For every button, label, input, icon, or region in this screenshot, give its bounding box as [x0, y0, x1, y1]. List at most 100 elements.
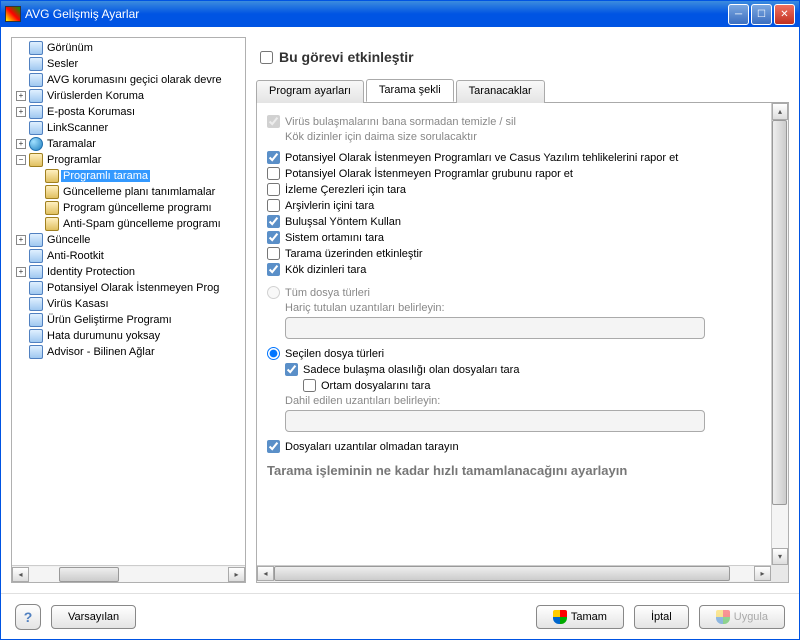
- tab[interactable]: Taranacaklar: [456, 80, 545, 103]
- expander-icon[interactable]: +: [16, 267, 26, 277]
- tree-item[interactable]: Sesler: [12, 56, 245, 72]
- page-icon: [29, 313, 43, 327]
- pup-group-label: Potansiyel Olarak İstenmeyen Programlar …: [285, 168, 573, 180]
- tree-item[interactable]: LinkScanner: [12, 120, 245, 136]
- tree-item[interactable]: AVG korumasını geçici olarak devre: [12, 72, 245, 88]
- only-infectable-label: Sadece bulaşma olasılığı olan dosyaları …: [303, 364, 519, 376]
- tree-item-label: LinkScanner: [45, 122, 110, 134]
- tree-item-label: Güncelle: [45, 234, 92, 246]
- help-button[interactable]: ?: [15, 604, 41, 630]
- heuristic-checkbox[interactable]: [267, 215, 280, 228]
- tab-bar: Program ayarlarıTarama şekliTaranacaklar: [256, 79, 789, 103]
- tree-item[interactable]: +E-posta Koruması: [12, 104, 245, 120]
- enable-task-checkbox[interactable]: [260, 51, 273, 64]
- scroll-down-button[interactable]: ▾: [772, 548, 788, 565]
- content-hscrollbar[interactable]: ◂ ▸: [257, 565, 771, 582]
- tree-view[interactable]: Görünüm Sesler AVG korumasını geçici olara…: [12, 38, 245, 565]
- titlebar: AVG Gelişmiş Ayarlar ─ ☐ ✕: [1, 1, 799, 27]
- vscroll-thumb[interactable]: [772, 120, 787, 505]
- exclude-ext-input: [285, 317, 705, 339]
- tree-item-label: Advisor - Bilinen Ağlar: [45, 346, 157, 358]
- sched-icon: [45, 217, 59, 231]
- page-icon: [29, 329, 43, 343]
- tree-item[interactable]: Hata durumunu yoksay: [12, 328, 245, 344]
- tree-item[interactable]: Güncelleme planı tanımlamalar: [12, 184, 245, 200]
- apply-button: Uygula: [699, 605, 785, 629]
- thorough-checkbox[interactable]: [267, 247, 280, 260]
- tree-item[interactable]: −Programlar: [12, 152, 245, 168]
- tree-item[interactable]: +Identity Protection: [12, 264, 245, 280]
- clean-note: Kök dizinler için daima size sorulacaktı…: [285, 131, 761, 143]
- selected-files-label: Seçilen dosya türleri: [285, 348, 384, 360]
- tab[interactable]: Program ayarları: [256, 80, 364, 103]
- media-files-checkbox[interactable]: [303, 379, 316, 392]
- tree-item-label: Hata durumunu yoksay: [45, 330, 162, 342]
- heuristic-label: Buluşsal Yöntem Kullan: [285, 216, 401, 228]
- scroll-up-button[interactable]: ▴: [772, 103, 788, 120]
- scroll-right-button[interactable]: ▸: [754, 566, 771, 581]
- tree-item-label: Programlı tarama: [61, 170, 150, 182]
- expander-icon[interactable]: +: [16, 235, 26, 245]
- sysenv-label: Sistem ortamını tara: [285, 232, 384, 244]
- tree-item[interactable]: Görünüm: [12, 40, 245, 56]
- archives-checkbox[interactable]: [267, 199, 280, 212]
- content-vscrollbar[interactable]: ▴ ▾: [771, 103, 788, 565]
- archives-label: Arşivlerin içini tara: [285, 200, 374, 212]
- cancel-button[interactable]: İptal: [634, 605, 689, 629]
- tree-item[interactable]: +Virüslerden Koruma: [12, 88, 245, 104]
- include-ext-input: [285, 410, 705, 432]
- tree-item-label: Görünüm: [45, 42, 95, 54]
- tree-item-label: Güncelleme planı tanımlamalar: [61, 186, 217, 198]
- hscroll-thumb[interactable]: [274, 566, 730, 581]
- page-icon: [29, 41, 43, 55]
- enable-task-label: Bu görevi etkinleştir: [279, 49, 414, 65]
- page-icon: [29, 121, 43, 135]
- selected-files-radio[interactable]: [267, 347, 280, 360]
- maximize-button[interactable]: ☐: [751, 4, 772, 25]
- pup-report-checkbox[interactable]: [267, 151, 280, 164]
- tab[interactable]: Tarama şekli: [366, 79, 454, 102]
- no-ext-checkbox[interactable]: [267, 440, 280, 453]
- tree-item[interactable]: Program güncelleme programı: [12, 200, 245, 216]
- tree-item[interactable]: + Güncelle: [12, 232, 245, 248]
- scan-icon: [29, 137, 43, 151]
- tree-item[interactable]: Potansiyel Olarak İstenmeyen Prog: [12, 280, 245, 296]
- all-files-label: Tüm dosya türleri: [285, 287, 370, 299]
- rootkits-checkbox[interactable]: [267, 263, 280, 276]
- tree-item[interactable]: Programlı tarama: [12, 168, 245, 184]
- pup-group-checkbox[interactable]: [267, 167, 280, 180]
- all-files-radio: [267, 286, 280, 299]
- include-ext-label: Dahil edilen uzantıları belirleyin:: [285, 395, 761, 407]
- expander-icon[interactable]: −: [16, 155, 26, 165]
- tree-item[interactable]: Anti-Rootkit: [12, 248, 245, 264]
- expander-icon[interactable]: +: [16, 107, 26, 117]
- scroll-right-button[interactable]: ▸: [228, 567, 245, 582]
- media-files-label: Ortam dosyalarını tara: [321, 380, 430, 392]
- close-button[interactable]: ✕: [774, 4, 795, 25]
- tree-item[interactable]: Virüs Kasası: [12, 296, 245, 312]
- speed-heading: Tarama işleminin ne kadar hızlı tamamlan…: [267, 463, 761, 478]
- tree-item[interactable]: Anti-Spam güncelleme programı: [12, 216, 245, 232]
- tree-hscrollbar[interactable]: ◂ ▸: [12, 565, 245, 582]
- tree-item[interactable]: Ürün Geliştirme Programı: [12, 312, 245, 328]
- minimize-button[interactable]: ─: [728, 4, 749, 25]
- expander-icon[interactable]: +: [16, 91, 26, 101]
- ok-button[interactable]: Tamam: [536, 605, 624, 629]
- only-infectable-checkbox[interactable]: [285, 363, 298, 376]
- tree-item-label: Program güncelleme programı: [61, 202, 214, 214]
- cookies-checkbox[interactable]: [267, 183, 280, 196]
- scroll-left-button[interactable]: ◂: [257, 566, 274, 581]
- page-icon: [29, 249, 43, 263]
- default-button[interactable]: Varsayılan: [51, 605, 136, 629]
- app-icon: [5, 6, 21, 22]
- tree-item-label: AVG korumasını geçici olarak devre: [45, 74, 224, 86]
- rootkits-label: Kök dizinleri tara: [285, 264, 366, 276]
- sysenv-checkbox[interactable]: [267, 231, 280, 244]
- cookies-label: İzleme Çerezleri için tara: [285, 184, 406, 196]
- tree-item[interactable]: Advisor - Bilinen Ağlar: [12, 344, 245, 360]
- hscroll-thumb[interactable]: [59, 567, 119, 582]
- scroll-corner: [771, 565, 788, 582]
- scroll-left-button[interactable]: ◂: [12, 567, 29, 582]
- expander-icon[interactable]: +: [16, 139, 26, 149]
- tree-item[interactable]: +Taramalar: [12, 136, 245, 152]
